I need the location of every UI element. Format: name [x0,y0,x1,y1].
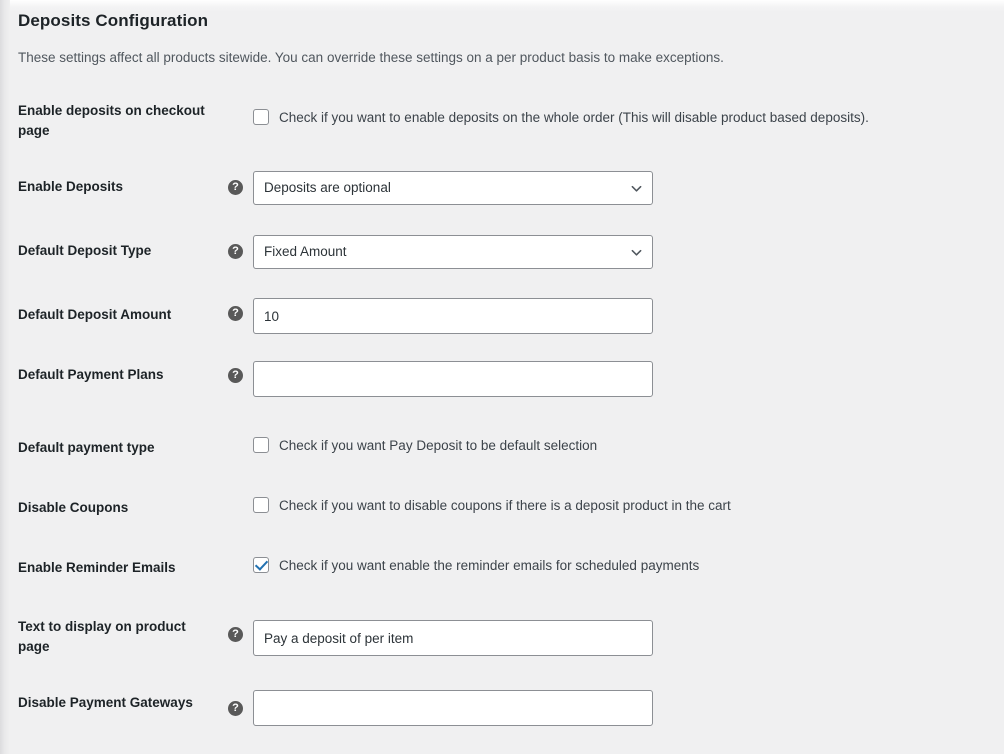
row-label: Default Payment Plans [18,367,164,382]
text-field[interactable] [253,298,653,334]
checkbox-row[interactable]: Check if you want to disable coupons if … [253,497,731,513]
checkbox-row[interactable]: Check if you want to enable deposits on … [253,109,869,125]
checkbox-label[interactable]: Check if you want enable the reminder em… [279,558,699,573]
page-description: These settings affect all products sitew… [18,50,724,65]
page-left-shade [0,0,10,754]
help-icon[interactable]: ? [228,701,243,716]
text-field[interactable] [253,361,653,397]
row-label: Default Deposit Amount [18,307,172,322]
row-label: Default Deposit Type [18,243,152,258]
row-label: Disable Payment Gateways [18,695,193,710]
select-value: Deposits are optional [264,180,391,195]
checkbox-unchecked[interactable] [253,497,269,513]
select-value: Fixed Amount [264,244,347,259]
text-field[interactable] [253,690,653,726]
checkbox-checked[interactable] [253,557,269,573]
row-label: Enable deposits on checkout page [18,103,205,138]
help-icon[interactable]: ? [228,244,243,259]
checkbox-row[interactable]: Check if you want enable the reminder em… [253,557,699,573]
row-label: Text to display on product page [18,619,186,654]
checkbox-label[interactable]: Check if you want Pay Deposit to be defa… [279,438,597,453]
page-title: Deposits Configuration [18,11,209,30]
row-label: Enable Deposits [18,179,124,194]
chevron-down-icon [631,247,642,258]
checkbox-unchecked[interactable] [253,437,269,453]
checkbox-unchecked[interactable] [253,109,269,125]
checkbox-row[interactable]: Check if you want Pay Deposit to be defa… [253,437,597,453]
text-field[interactable] [253,620,653,656]
help-icon[interactable]: ? [228,180,243,195]
checkbox-label[interactable]: Check if you want to disable coupons if … [279,498,731,513]
select-field[interactable]: Fixed Amount [253,235,653,269]
checkbox-label[interactable]: Check if you want to enable deposits on … [279,110,869,125]
row-label: Enable Reminder Emails [18,560,176,575]
help-icon[interactable]: ? [228,627,243,642]
help-icon[interactable]: ? [228,306,243,321]
chevron-down-icon [631,183,642,194]
help-icon[interactable]: ? [228,368,243,383]
row-label: Default payment type [18,440,155,455]
row-label: Disable Coupons [18,500,129,515]
select-field[interactable]: Deposits are optional [253,171,653,205]
